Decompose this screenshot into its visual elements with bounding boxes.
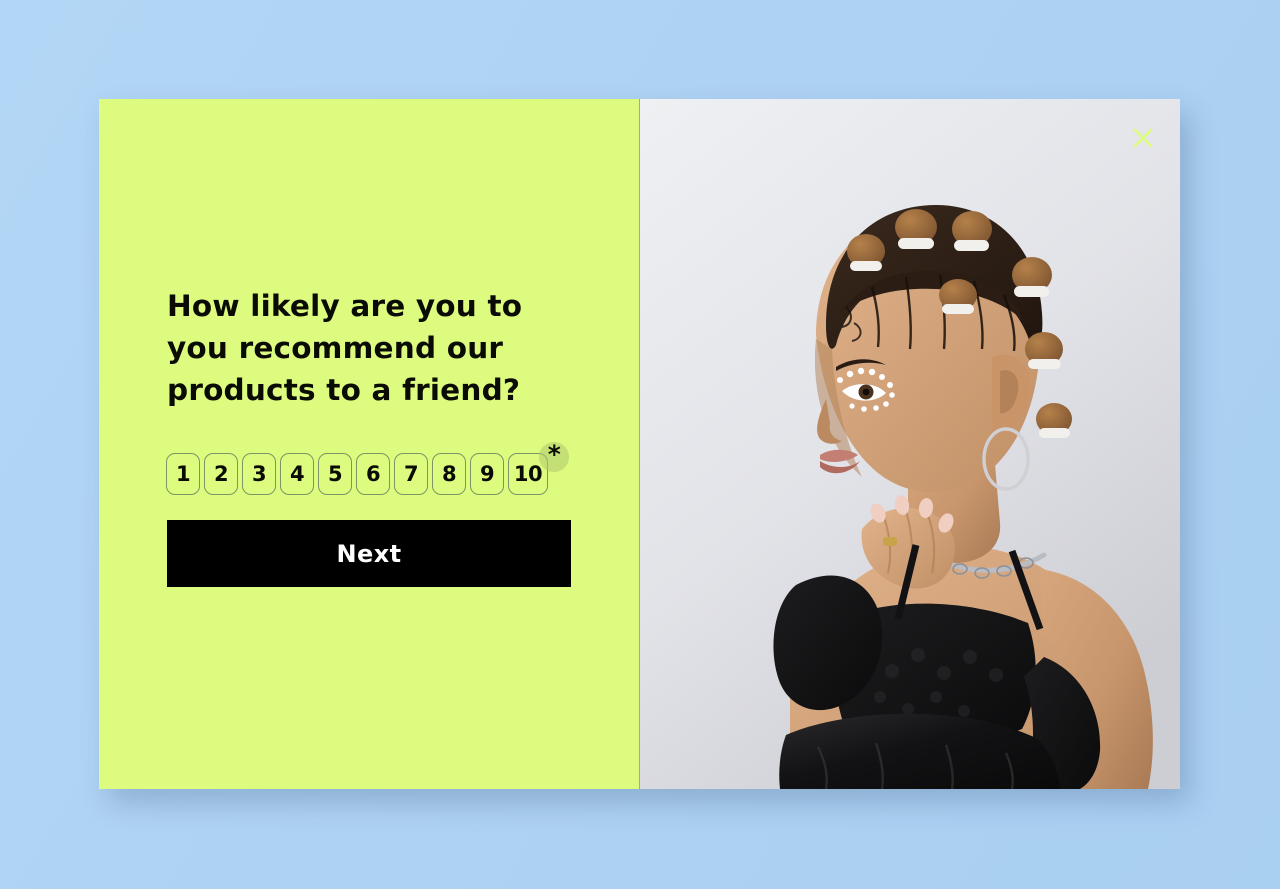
rating-scale: 1 2 3 4 5 6 7 8 9 10 * xyxy=(166,442,569,495)
rating-option-5[interactable]: 5 xyxy=(318,453,352,495)
survey-card: How likely are you to you recommend our … xyxy=(99,99,1180,789)
close-icon xyxy=(1133,128,1153,148)
rating-option-3[interactable]: 3 xyxy=(242,453,276,495)
question-panel: How likely are you to you recommend our … xyxy=(99,99,640,789)
rating-option-9[interactable]: 9 xyxy=(470,453,504,495)
rating-option-6[interactable]: 6 xyxy=(356,453,390,495)
question-text: How likely are you to you recommend our … xyxy=(167,289,523,407)
rating-option-7[interactable]: 7 xyxy=(394,453,428,495)
portrait-photo xyxy=(640,99,1180,789)
rating-option-10-label: 10 xyxy=(513,462,543,486)
rating-option-4[interactable]: 4 xyxy=(280,453,314,495)
close-button[interactable] xyxy=(1128,123,1158,153)
next-button[interactable]: Next xyxy=(167,520,571,587)
rating-option-2[interactable]: 2 xyxy=(204,453,238,495)
photo-panel xyxy=(640,99,1180,789)
required-asterisk-icon: * xyxy=(539,442,569,472)
rating-option-1[interactable]: 1 xyxy=(166,453,200,495)
rating-option-10[interactable]: 10 * xyxy=(508,442,569,495)
rating-option-8[interactable]: 8 xyxy=(432,453,466,495)
